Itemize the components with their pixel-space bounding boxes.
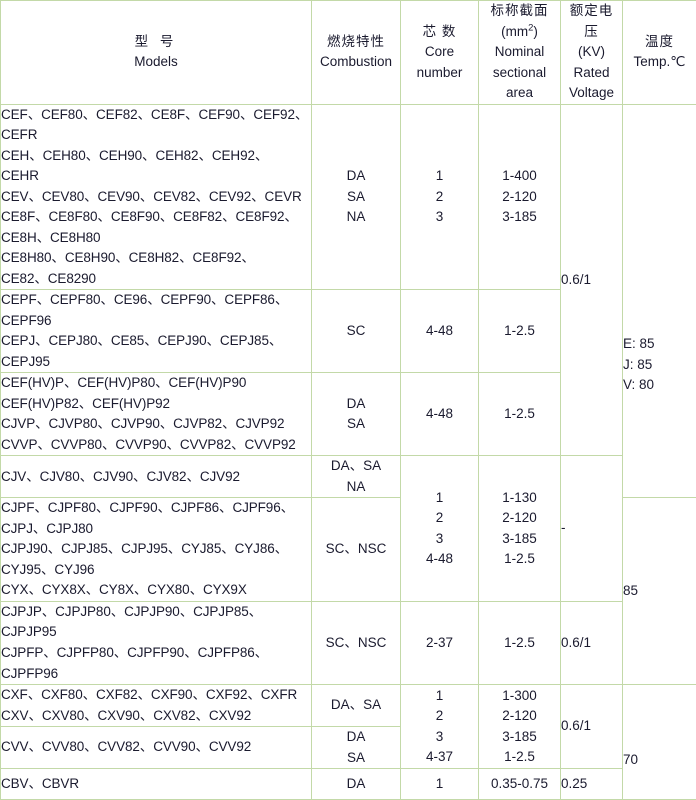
header-voltage-en-2: Voltage	[561, 83, 622, 104]
header-area-cn: 标称截面	[479, 1, 560, 22]
header-nominal-area: 标称截面 (mm2) Nominal sectional area	[479, 1, 561, 105]
cell-temperature: 70	[623, 685, 696, 800]
cell-nominal-area: 1-2.5	[479, 373, 561, 456]
cell-combustion: DA	[312, 769, 401, 800]
header-area-en-2: sectional	[479, 63, 560, 84]
header-core-cn: 芯 数	[401, 22, 478, 43]
cell-models: CJPJP、CJPJP80、CJPJP90、CJPJP85、 CJPJP95 C…	[1, 601, 312, 684]
header-models-cn: 型 号	[1, 32, 311, 53]
header-core-en-1: Core	[401, 42, 478, 63]
cell-core-number: 4-48	[401, 290, 479, 373]
cell-nominal-area: 0.35-0.75	[479, 769, 561, 800]
header-area-en-1: Nominal	[479, 42, 560, 63]
cable-specification-table: 型 号 Models 燃烧特性 Combustion 芯 数 Core numb…	[0, 0, 696, 800]
header-temp-cn: 温度	[623, 32, 696, 53]
header-area-en-3: area	[479, 83, 560, 104]
cell-temperature: 85	[623, 498, 696, 685]
header-combustion-cn: 燃烧特性	[312, 32, 400, 53]
cell-nominal-area: 1-130 2-120 3-185 1-2.5	[479, 456, 561, 602]
cell-core-number: 1 2 3	[401, 104, 479, 290]
header-core-en-2: number	[401, 63, 478, 84]
header-voltage-cn-1: 额定电	[561, 1, 622, 22]
header-combustion-en: Combustion	[312, 52, 400, 73]
header-voltage-en-1: Rated	[561, 63, 622, 84]
header-voltage-cn-2: 压	[561, 22, 622, 43]
header-rated-voltage: 额定电 压 (KV) Rated Voltage	[561, 1, 623, 105]
cell-models: CJV、CJV80、CJV90、CJV82、CJV92	[1, 456, 312, 498]
cell-models: CEF、CEF80、CEF82、CE8F、CEF90、CEF92、 CEFR C…	[1, 104, 312, 290]
table-row: CJPJP、CJPJP80、CJPJP90、CJPJP85、 CJPJP95 C…	[1, 601, 696, 684]
cell-rated-voltage: -	[561, 456, 623, 602]
table-row: CBV、CBVR DA 1 0.35-0.75 0.25	[1, 769, 696, 800]
cell-combustion: DA SA NA	[312, 104, 401, 290]
cell-nominal-area: 1-400 2-120 3-185	[479, 104, 561, 290]
cell-nominal-area: 1-2.5	[479, 290, 561, 373]
cell-models: CVV、CVV80、CVV82、CVV90、CVV92	[1, 727, 312, 769]
header-temp-en: Temp.℃	[623, 52, 696, 73]
cell-combustion: DA SA	[312, 727, 401, 769]
cell-core-number: 1 2 3 4-37	[401, 685, 479, 769]
cell-models: CXF、CXF80、CXF82、CXF90、CXF92、CXFR CXV、CXV…	[1, 685, 312, 727]
header-temperature: 温度 Temp.℃	[623, 1, 696, 105]
header-area-unit-pre: (mm	[501, 24, 528, 39]
cell-core-number: 1	[401, 769, 479, 800]
header-area-unit-post: )	[533, 24, 538, 39]
cell-models: CEPF、CEPF80、CE96、CEPF90、CEPF86、 CEPF96 C…	[1, 290, 312, 373]
cell-nominal-area: 1-300 2-120 3-185 1-2.5	[479, 685, 561, 769]
table-row: CXF、CXF80、CXF82、CXF90、CXF92、CXFR CXV、CXV…	[1, 685, 696, 727]
cell-core-number: 2-37	[401, 601, 479, 684]
cell-combustion: DA、SA NA	[312, 456, 401, 498]
table-header-row: 型 号 Models 燃烧特性 Combustion 芯 数 Core numb…	[1, 1, 696, 105]
header-voltage-unit: (KV)	[561, 42, 622, 63]
cell-combustion: DA SA	[312, 373, 401, 456]
cell-rated-voltage: 0.6/1	[561, 685, 623, 769]
cell-core-number: 1 2 3 4-48	[401, 456, 479, 602]
cell-models: CJPF、CJPF80、CJPF90、CJPF86、CJPF96、 CJPJ、C…	[1, 498, 312, 602]
table-row: CJV、CJV80、CJV90、CJV82、CJV92 DA、SA NA 1 2…	[1, 456, 696, 498]
header-models: 型 号 Models	[1, 1, 312, 105]
cell-combustion: SC、NSC	[312, 601, 401, 684]
header-models-en: Models	[1, 52, 311, 73]
header-core-number: 芯 数 Core number	[401, 1, 479, 105]
cell-nominal-area: 1-2.5	[479, 601, 561, 684]
cell-rated-voltage: 0.6/1	[561, 104, 623, 456]
cell-combustion: SC、NSC	[312, 498, 401, 602]
table-row: CEF、CEF80、CEF82、CE8F、CEF90、CEF92、 CEFR C…	[1, 104, 696, 290]
cell-temperature: E: 85 J: 85 V: 80	[623, 104, 696, 498]
cell-core-number: 4-48	[401, 373, 479, 456]
cell-rated-voltage: 0.25	[561, 769, 623, 800]
cell-models: CEF(HV)P、CEF(HV)P80、CEF(HV)P90 CEF(HV)P8…	[1, 373, 312, 456]
cell-combustion: DA、SA	[312, 685, 401, 727]
header-combustion: 燃烧特性 Combustion	[312, 1, 401, 105]
cell-models: CBV、CBVR	[1, 769, 312, 800]
header-area-unit: (mm2)	[479, 22, 560, 43]
cell-rated-voltage: 0.6/1	[561, 601, 623, 684]
cell-combustion: SC	[312, 290, 401, 373]
